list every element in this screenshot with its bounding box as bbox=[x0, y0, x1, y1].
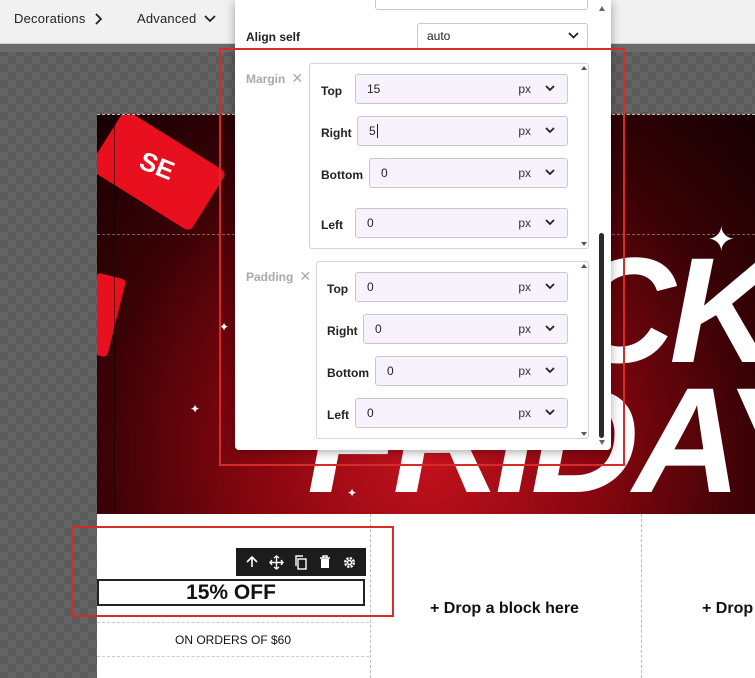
close-icon[interactable]: ✕ bbox=[299, 268, 311, 285]
copy-icon[interactable] bbox=[291, 552, 311, 572]
padding-left-label: Left bbox=[327, 408, 349, 422]
padding-left-value: 0 bbox=[367, 406, 374, 420]
padding-bottom-label: Bottom bbox=[327, 366, 369, 380]
padding-top-unit: px bbox=[518, 280, 531, 294]
padding-top-input[interactable]: 0 px bbox=[355, 272, 568, 302]
padding-bottom-unit: px bbox=[518, 364, 531, 378]
align-self-select[interactable]: auto bbox=[417, 23, 588, 49]
sparkle-icon: ✦ bbox=[707, 221, 736, 259]
panel-scrollbar[interactable] bbox=[597, 0, 607, 450]
advanced-label: Advanced bbox=[137, 11, 197, 26]
margin-top-unit: px bbox=[518, 82, 531, 96]
settings-panel: Align self auto Margin ✕ Top 15 px Right… bbox=[235, 0, 611, 450]
block-toolbar bbox=[236, 548, 366, 576]
drop-block-placeholder[interactable]: + Drop bbox=[702, 600, 753, 618]
margin-top-label: Top bbox=[321, 84, 343, 98]
chevron-down-icon[interactable] bbox=[545, 219, 555, 226]
margin-left-input[interactable]: 0 px bbox=[355, 208, 568, 238]
discount-text: 15% OFF bbox=[186, 580, 276, 604]
chevron-down-icon[interactable] bbox=[545, 169, 555, 176]
padding-right-label: Right bbox=[327, 324, 358, 338]
padding-label: Padding bbox=[246, 269, 294, 284]
chevron-down-icon[interactable] bbox=[545, 127, 555, 134]
sparkle-icon: ✦ bbox=[219, 320, 230, 334]
align-self-value: auto bbox=[427, 29, 451, 43]
drop-block-placeholder[interactable]: + Drop a block here bbox=[430, 600, 579, 618]
advanced-tab[interactable]: Advanced bbox=[137, 0, 217, 37]
chevron-down-icon[interactable] bbox=[545, 283, 555, 290]
margin-scrollbar[interactable] bbox=[581, 64, 587, 248]
chevron-down-icon bbox=[568, 32, 579, 39]
padding-right-value: 0 bbox=[375, 322, 382, 336]
decorations-tab[interactable]: Decorations bbox=[14, 0, 102, 37]
sparkle-icon: ✦ bbox=[683, 314, 694, 328]
gear-icon[interactable] bbox=[340, 552, 360, 572]
align-self-label: Align self bbox=[246, 30, 301, 44]
margin-left-unit: px bbox=[518, 216, 531, 230]
column-guide bbox=[114, 115, 115, 514]
margin-label: Margin bbox=[246, 71, 286, 86]
margin-bottom-unit: px bbox=[518, 166, 531, 180]
sparkle-icon: ✦ bbox=[347, 486, 358, 500]
row-guide bbox=[97, 656, 369, 657]
padding-left-unit: px bbox=[518, 406, 531, 420]
margin-right-unit: px bbox=[518, 124, 531, 138]
row-guide bbox=[97, 622, 369, 623]
chevron-down-icon[interactable] bbox=[545, 409, 555, 416]
padding-left-input[interactable]: 0 px bbox=[355, 398, 568, 428]
close-icon[interactable]: ✕ bbox=[291, 70, 303, 87]
padding-section-label: Padding ✕ bbox=[246, 268, 311, 285]
margin-right-label: Right bbox=[321, 126, 352, 140]
previous-setting-input[interactable] bbox=[375, 0, 588, 10]
margin-group: Top 15 px Right 5 px Bottom 0 px Left 0 … bbox=[309, 63, 589, 249]
column-divider bbox=[641, 514, 642, 678]
move-icon[interactable] bbox=[267, 552, 287, 572]
column-divider bbox=[370, 514, 371, 678]
margin-left-label: Left bbox=[321, 218, 343, 232]
arrow-up-icon[interactable] bbox=[242, 552, 262, 572]
padding-right-input[interactable]: 0 px bbox=[363, 314, 568, 344]
padding-top-value: 0 bbox=[367, 280, 374, 294]
padding-group: Top 0 px Right 0 px Bottom 0 px Left 0 p… bbox=[316, 261, 589, 439]
chevron-right-icon bbox=[94, 12, 102, 25]
padding-bottom-value: 0 bbox=[387, 364, 394, 378]
decorations-label: Decorations bbox=[14, 11, 86, 26]
margin-bottom-input[interactable]: 0 px bbox=[369, 158, 568, 188]
margin-right-input[interactable]: 5 px bbox=[357, 116, 568, 146]
scroll-up-arrow[interactable] bbox=[599, 6, 605, 11]
orders-text[interactable]: ON ORDERS OF $60 bbox=[97, 633, 369, 647]
scrollbar-thumb[interactable] bbox=[599, 233, 604, 438]
text-cursor bbox=[376, 124, 378, 139]
discount-text-block[interactable]: 15% OFF bbox=[97, 579, 365, 606]
padding-top-label: Top bbox=[327, 282, 349, 296]
padding-right-unit: px bbox=[518, 322, 531, 336]
padding-scrollbar[interactable] bbox=[581, 262, 587, 438]
margin-top-value: 15 bbox=[367, 82, 381, 96]
sparkle-icon: ✦ bbox=[190, 402, 201, 416]
padding-bottom-input[interactable]: 0 px bbox=[375, 356, 568, 386]
delete-icon[interactable] bbox=[315, 552, 335, 572]
margin-right-value: 5 bbox=[369, 123, 378, 139]
ticket-decoration: SE bbox=[97, 115, 227, 232]
chevron-down-icon bbox=[204, 14, 217, 22]
margin-section-label: Margin ✕ bbox=[246, 70, 303, 87]
chevron-down-icon[interactable] bbox=[545, 325, 555, 332]
chevron-down-icon[interactable] bbox=[545, 85, 555, 92]
margin-top-input[interactable]: 15 px bbox=[355, 74, 568, 104]
margin-left-value: 0 bbox=[367, 216, 374, 230]
margin-bottom-value: 0 bbox=[381, 166, 388, 180]
margin-bottom-label: Bottom bbox=[321, 168, 363, 182]
chevron-down-icon[interactable] bbox=[545, 367, 555, 374]
ticket-decoration bbox=[97, 272, 127, 358]
scroll-down-arrow[interactable] bbox=[599, 440, 605, 445]
